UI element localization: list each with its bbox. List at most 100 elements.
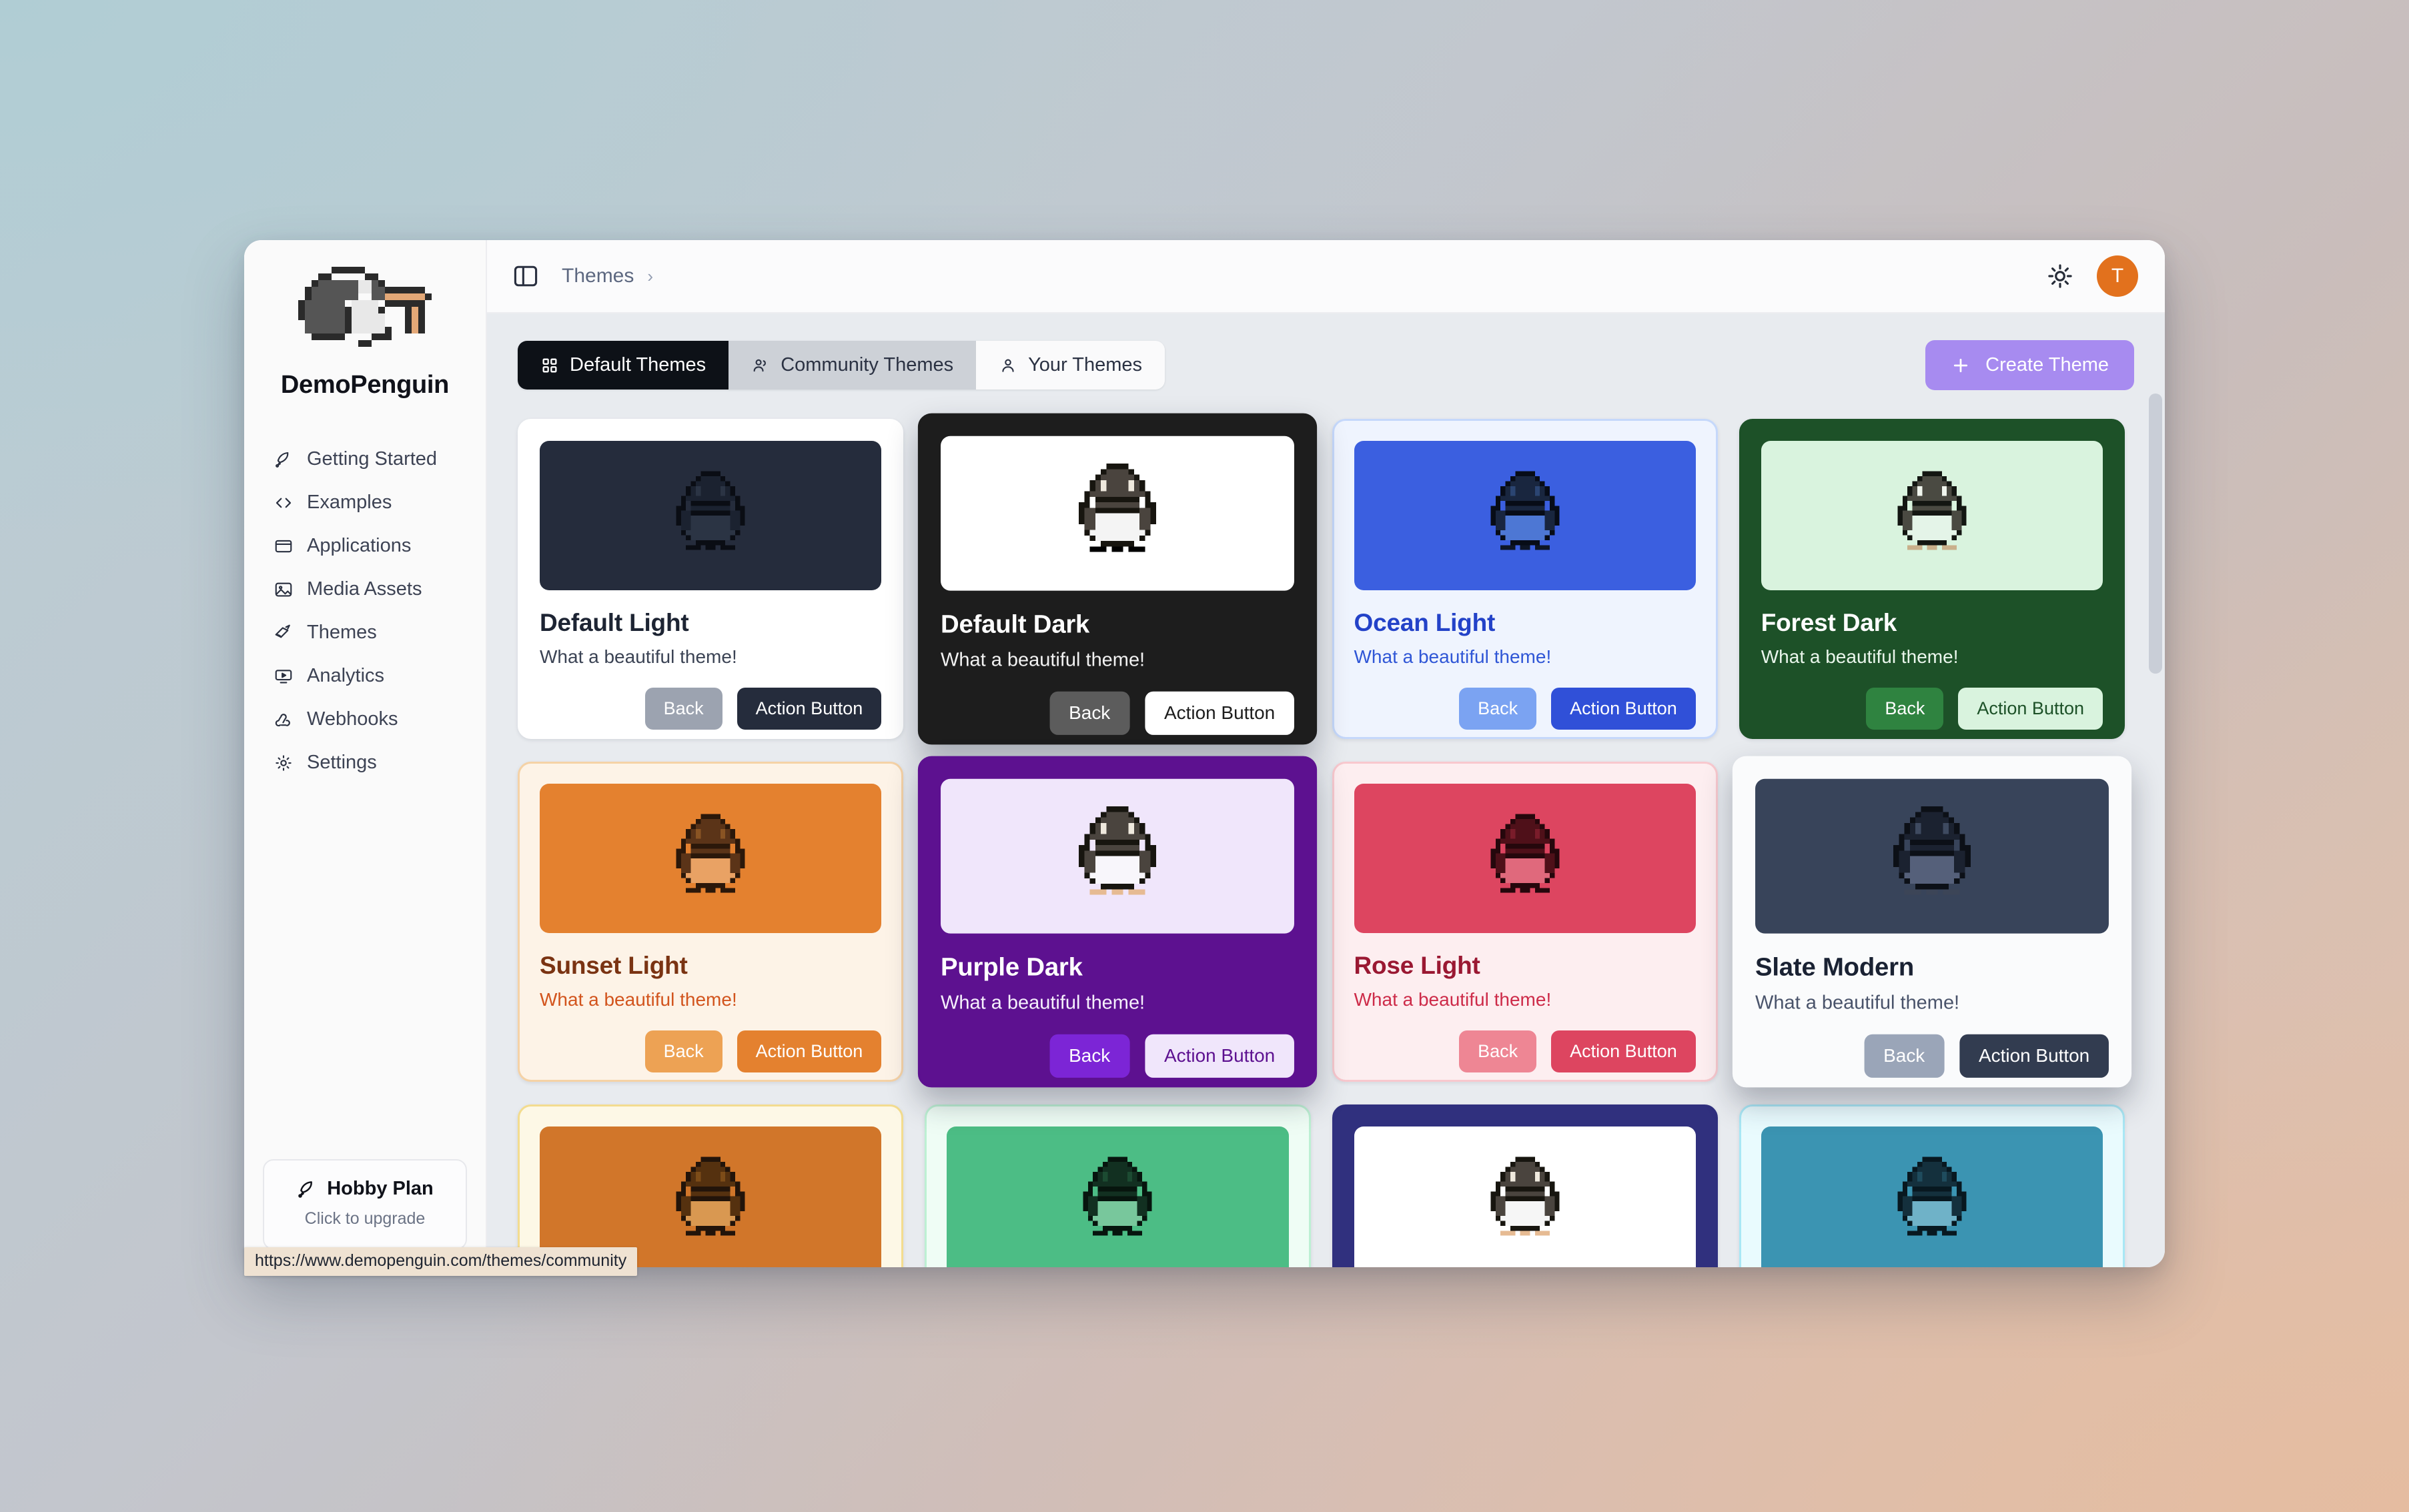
gear-icon [276,754,292,771]
back-button[interactable]: Back [1866,688,1944,730]
theme-card-actions: Back Action Button [540,1010,882,1072]
theme-description: What a beautiful theme! [540,646,737,667]
theme-card[interactable]: Rose Light What a beautiful theme! Back A… [1332,762,1718,1082]
theme-card-actions: Back Action Button [1755,1014,2109,1078]
brand: DemoPenguin [244,240,486,400]
themes-grid: Default Light What a beautiful theme! Bac… [487,404,2155,1267]
sidebar-toggle-icon[interactable] [511,261,540,291]
penguin-sprite-icon [1079,464,1157,552]
tab-default-themes[interactable]: Default Themes [518,341,729,390]
theme-card[interactable]: Slate Modern What a beautiful theme! Back… [1732,756,2132,1088]
theme-name: Default Light [540,609,689,636]
status-bar-url: https://www.demopenguin.com/themes/commu… [244,1247,638,1276]
back-button[interactable]: Back [1049,691,1130,735]
theme-description: What a beautiful theme! [1761,646,1959,667]
back-button[interactable]: Back [1459,1030,1537,1072]
theme-preview [1761,441,2103,590]
topbar-actions: T [2046,255,2138,297]
sidebar-item-label: Themes [307,622,377,643]
theme-description: What a beautiful theme! [941,991,1145,1013]
theme-name: Sunset Light [540,952,688,979]
chevron-right-icon: › [647,265,654,286]
vertical-scrollbar-track[interactable] [2146,313,2165,1267]
penguin-sprite-icon [1079,806,1157,895]
action-button[interactable]: Action Button [1959,1034,2109,1078]
avatar[interactable]: T [2097,255,2138,297]
sidebar-item-getting-started[interactable]: Getting Started [259,438,471,480]
theme-card[interactable]: Ocean Light What a beautiful theme! Back … [1332,419,1718,739]
penguin-sprite-icon [676,1157,745,1236]
tab-your-themes[interactable]: Your Themes [976,341,1165,390]
back-button[interactable]: Back [1459,688,1537,730]
theme-preview [941,436,1295,591]
sidebar-item-applications[interactable]: Applications [259,525,471,567]
penguin-sprite-icon [1490,1157,1560,1236]
vertical-scrollbar-thumb[interactable] [2149,394,2162,674]
theme-card-actions: Back Action Button [1761,668,2103,730]
webhook-icon [275,713,290,726]
penguin-sprite-icon [1893,806,1971,895]
theme-card[interactable]: Sunset Light What a beautiful theme! Back… [518,762,904,1082]
penguin-sprite-icon [1490,471,1560,550]
demopenguin-logo-icon [298,267,432,347]
action-button[interactable]: Action Button [737,1030,882,1072]
action-button[interactable]: Action Button [1551,688,1696,730]
sidebar-item-settings[interactable]: Settings [259,742,471,784]
tab-label: Community Themes [781,354,954,375]
penguin-sprite-icon [676,471,745,550]
sidebar-item-webhooks[interactable]: Webhooks [259,698,471,740]
theme-card-actions: Back Action Button [941,671,1295,735]
theme-card[interactable]: Back Action Button [518,1104,904,1267]
sun-icon[interactable] [2046,262,2074,290]
plan-name: Hobby Plan [327,1178,434,1199]
theme-preview [540,441,882,590]
sidebar-item-label: Settings [307,752,377,773]
tab-label: Default Themes [570,354,706,375]
sidebar-item-media-assets[interactable]: Media Assets [259,568,471,610]
theme-card[interactable]: Default Light What a beautiful theme! Bac… [518,419,904,739]
theme-tabs: Default Themes Community Themes Your The… [518,341,1165,390]
sidebar-nav: Getting Started Examples Applications Me… [244,438,486,784]
sidebar-item-themes[interactable]: Themes [259,612,471,654]
theme-card[interactable]: Default Dark What a beautiful theme! Back… [918,413,1318,745]
action-button[interactable]: Action Button [1551,1030,1696,1072]
back-button[interactable]: Back [644,688,722,730]
back-button[interactable]: Back [1049,1034,1130,1078]
back-button[interactable]: Back [644,1030,722,1072]
main-area: Themes › T Default Themes Community Them… [487,240,2165,1267]
breadcrumb-item-themes[interactable]: Themes [562,265,634,287]
action-button[interactable]: Action Button [737,688,882,730]
theme-card[interactable]: Forest Dark What a beautiful theme! Back … [1739,419,2125,739]
theme-preview [947,1126,1289,1267]
theme-card[interactable]: Back Action Button [1332,1104,1718,1267]
sidebar-item-label: Analytics [307,665,385,686]
sidebar-item-label: Getting Started [307,448,438,470]
code-brackets-icon [276,498,292,508]
action-button[interactable]: Action Button [1145,1034,1295,1078]
theme-description: What a beautiful theme! [1755,991,1959,1013]
theme-card[interactable]: Purple Dark What a beautiful theme! Back … [918,756,1318,1088]
monitor-play-icon [275,669,292,683]
back-button[interactable]: Back [1863,1034,1945,1078]
theme-card[interactable]: Back Action Button [1739,1104,2125,1267]
theme-preview [1354,1126,1696,1267]
hobby-plan-upgrade-card[interactable]: Hobby Plan Click to upgrade [263,1159,467,1250]
action-button[interactable]: Action Button [1958,688,2103,730]
penguin-sprite-icon [1897,471,1967,550]
theme-preview [540,1126,882,1267]
app-window: DemoPenguin Getting Started Examples App… [244,240,2165,1267]
theme-card[interactable]: Back Action Button [925,1104,1311,1267]
paintbrush-icon [275,624,290,638]
sidebar-item-examples[interactable]: Examples [259,482,471,524]
theme-name: Forest Dark [1761,609,1897,636]
window-icon [275,540,292,552]
rocket-icon [298,1181,313,1198]
action-button[interactable]: Action Button [1145,691,1295,735]
theme-name: Slate Modern [1755,952,1914,982]
theme-preview [1354,784,1696,933]
user-icon [1002,359,1014,372]
create-theme-button[interactable]: Create Theme [1925,340,2134,390]
penguin-sprite-icon [1897,1157,1967,1236]
tab-community-themes[interactable]: Community Themes [729,341,977,390]
sidebar-item-analytics[interactable]: Analytics [259,655,471,697]
